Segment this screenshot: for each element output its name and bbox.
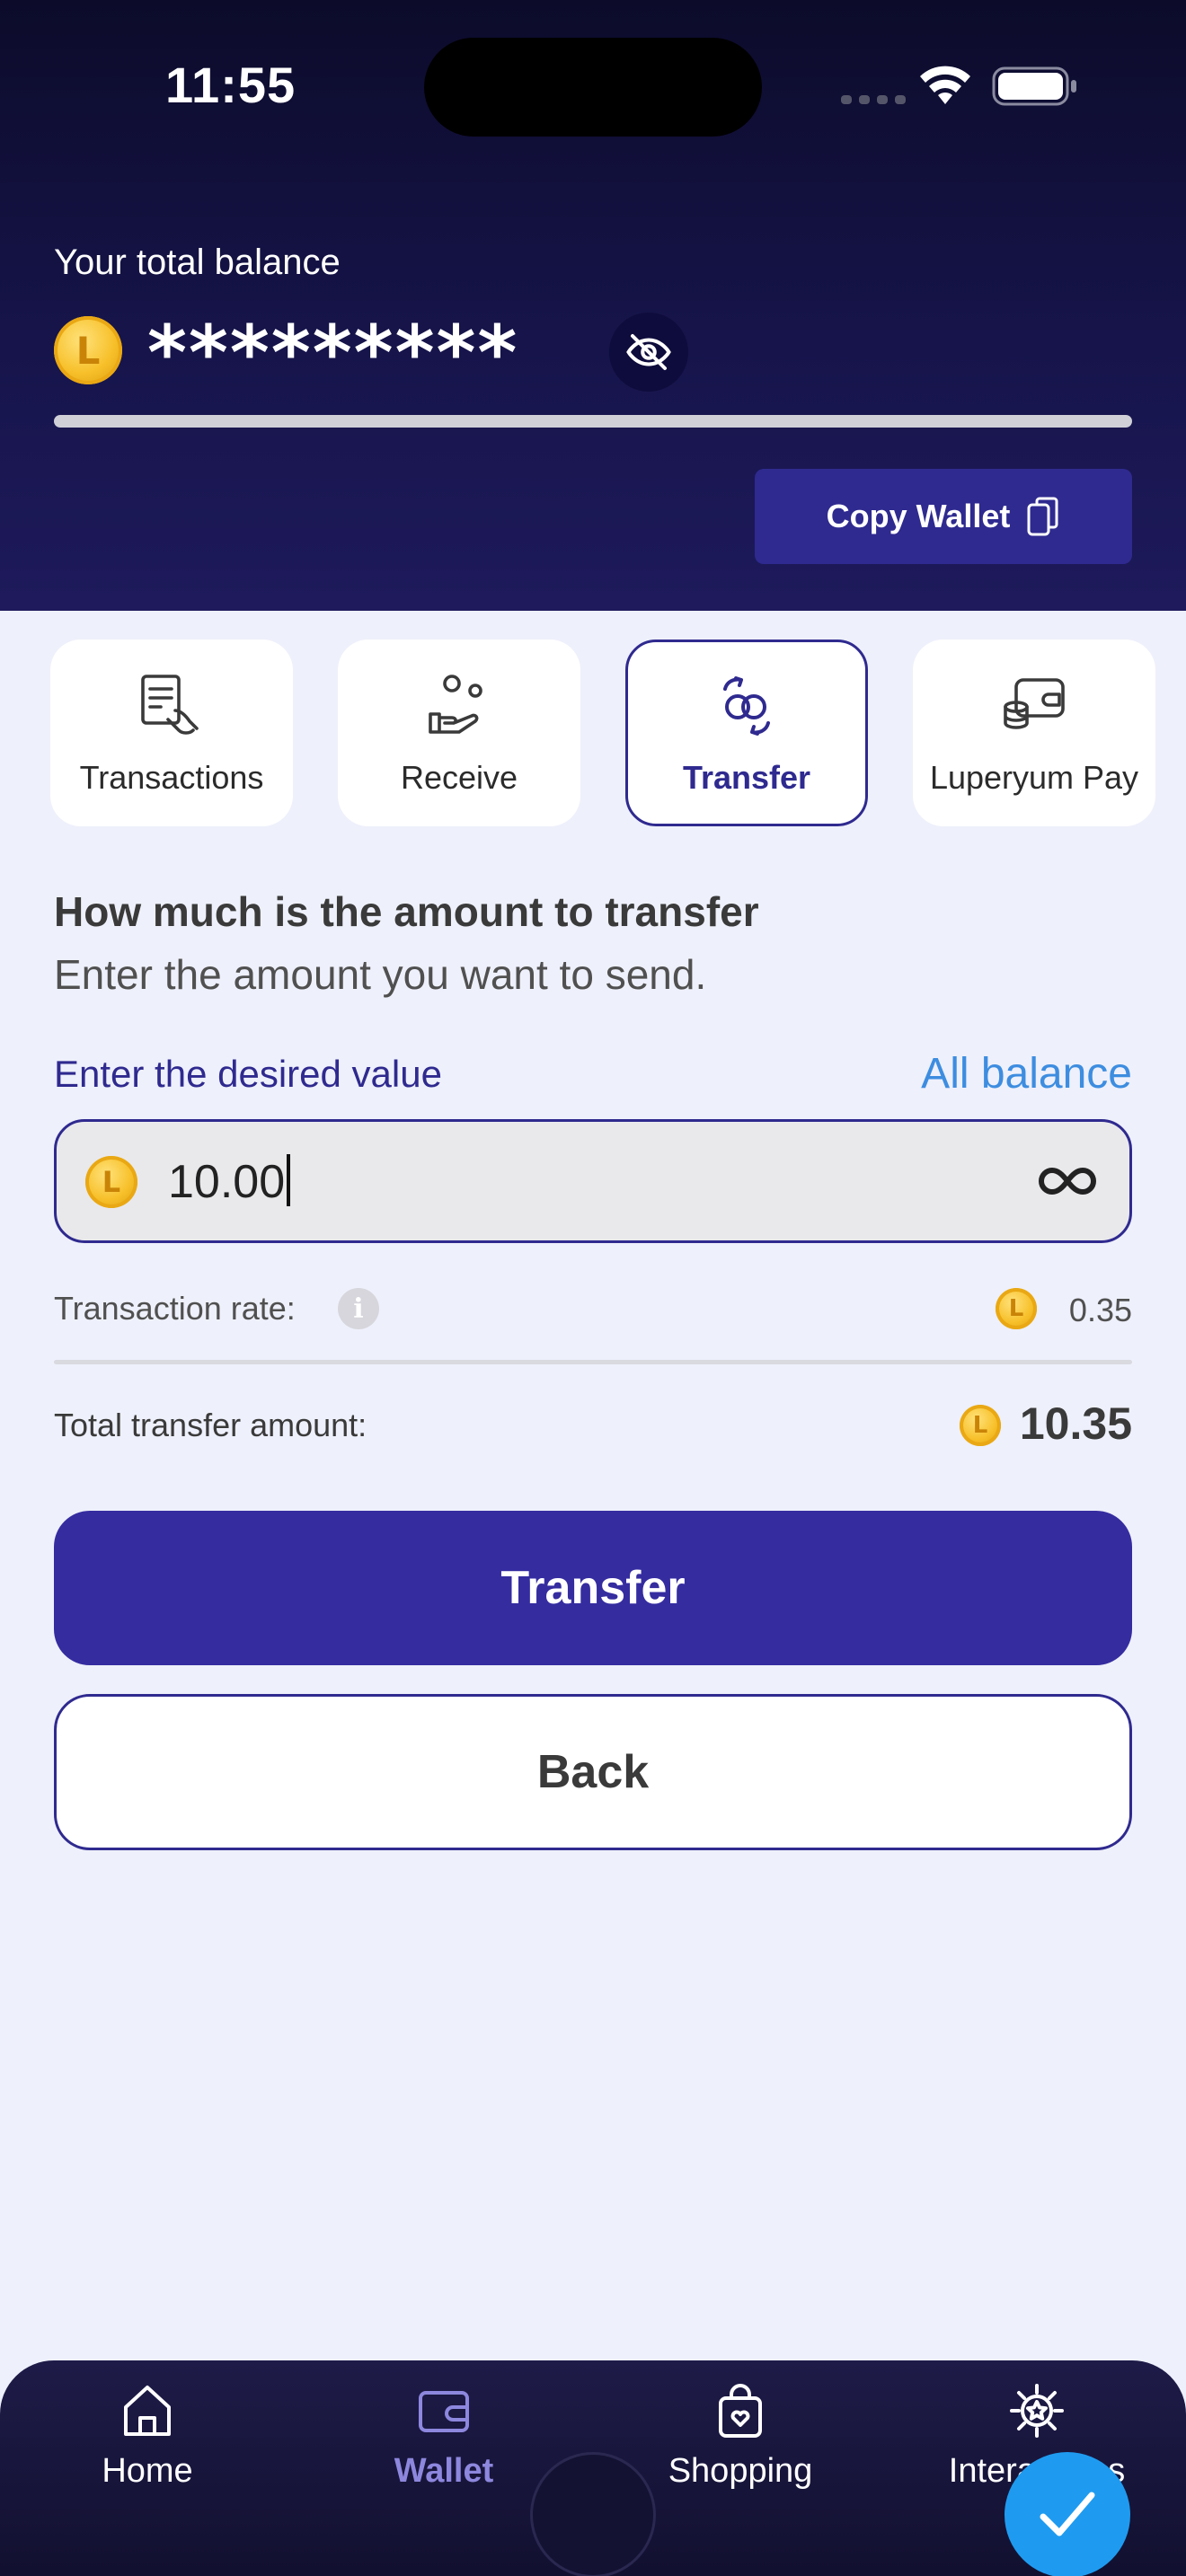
copy-wallet-label: Copy Wallet bbox=[826, 498, 1011, 534]
tab-label: Receive bbox=[400, 759, 518, 796]
shopping-bag-icon bbox=[719, 2384, 762, 2438]
amount-field-label: Enter the desired value bbox=[54, 1053, 442, 1095]
status-time: 11:55 bbox=[165, 57, 296, 113]
total-amount-value: 10.35 bbox=[1019, 1398, 1132, 1449]
transfer-button[interactable]: Transfer bbox=[54, 1511, 1132, 1665]
home-button[interactable] bbox=[530, 2452, 656, 2576]
balance-progress-bar bbox=[54, 415, 1132, 428]
dynamic-island bbox=[424, 38, 762, 137]
wallet-pay-icon bbox=[1004, 678, 1065, 729]
amount-text: 10.00 bbox=[168, 1156, 286, 1208]
divider bbox=[54, 1360, 1132, 1364]
tab-transfer[interactable]: Transfer bbox=[625, 640, 868, 826]
transfer-icon bbox=[723, 676, 770, 736]
back-button[interactable]: Back bbox=[54, 1694, 1132, 1850]
wallet-tabs: Transactions Receive Transfer Luperyum P… bbox=[50, 640, 1155, 826]
interactions-icon bbox=[1010, 2384, 1064, 2438]
confirm-fab-button[interactable] bbox=[1005, 2452, 1130, 2576]
wifi-icon bbox=[920, 66, 970, 104]
toggle-visibility-button[interactable] bbox=[609, 313, 688, 392]
nav-home[interactable]: Home bbox=[31, 2377, 264, 2491]
battery-icon bbox=[992, 66, 1076, 106]
amount-input[interactable]: L 10.00 bbox=[54, 1119, 1132, 1243]
wallet-header: 11:55 Your total balance L ********* Cop… bbox=[0, 0, 1186, 611]
receive-icon bbox=[429, 675, 482, 734]
nav-wallet[interactable]: Wallet bbox=[327, 2377, 561, 2491]
tab-label: Transactions bbox=[79, 759, 264, 796]
transfer-subtitle: Enter the amount you want to send. bbox=[54, 951, 707, 998]
home-icon bbox=[124, 2386, 171, 2436]
luperyum-coin-icon: L bbox=[54, 316, 122, 384]
checkmark-icon bbox=[1040, 2492, 1095, 2536]
info-icon[interactable]: i bbox=[338, 1288, 379, 1329]
nav-label: Home bbox=[102, 2452, 193, 2490]
eye-off-icon bbox=[626, 333, 671, 371]
text-caret bbox=[287, 1154, 291, 1206]
all-balance-link[interactable]: All balance bbox=[921, 1049, 1132, 1098]
luperyum-coin-icon: L bbox=[960, 1405, 1001, 1446]
wallet-icon bbox=[419, 2391, 469, 2432]
nav-shopping[interactable]: Shopping bbox=[624, 2377, 857, 2491]
tab-receive[interactable]: Receive bbox=[338, 640, 580, 826]
luperyum-coin-icon: L bbox=[996, 1288, 1037, 1329]
copy-wallet-button[interactable]: Copy Wallet bbox=[755, 469, 1132, 564]
tab-label: Transfer bbox=[682, 759, 811, 796]
amount-input-value[interactable]: 10.00 bbox=[168, 1154, 291, 1209]
transactions-icon bbox=[141, 675, 199, 735]
nav-label: Wallet bbox=[394, 2452, 494, 2490]
tab-luperyum-pay[interactable]: Luperyum Pay bbox=[913, 640, 1155, 826]
transaction-rate-label: Transaction rate: bbox=[54, 1290, 296, 1327]
balance-label: Your total balance bbox=[54, 243, 341, 282]
tab-transactions[interactable]: Transactions bbox=[50, 640, 293, 826]
signal-icon bbox=[841, 95, 906, 104]
luperyum-coin-icon: L bbox=[85, 1156, 137, 1208]
total-amount-label: Total transfer amount: bbox=[54, 1407, 367, 1443]
balance-value: ********* bbox=[147, 309, 519, 397]
transfer-title: How much is the amount to transfer bbox=[54, 888, 759, 935]
nav-label: Shopping bbox=[668, 2452, 813, 2490]
copy-icon bbox=[1027, 497, 1058, 536]
tab-label: Luperyum Pay bbox=[929, 759, 1139, 796]
infinity-icon[interactable] bbox=[1036, 1161, 1099, 1201]
transaction-rate-value: 0.35 bbox=[1068, 1292, 1132, 1328]
